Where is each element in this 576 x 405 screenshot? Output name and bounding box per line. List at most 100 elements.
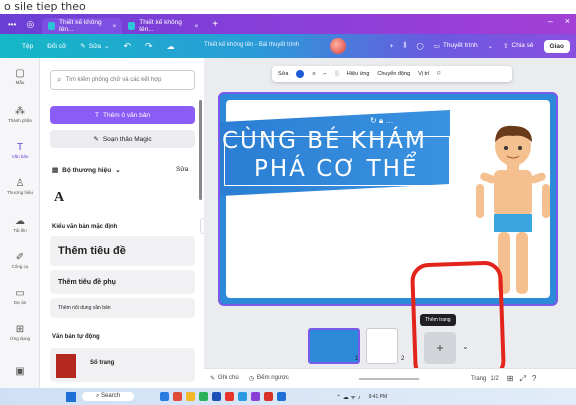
rail-item-brand[interactable]: ♙ Thương hiệu	[0, 178, 40, 195]
paint-format-icon[interactable]: ⌑	[437, 71, 440, 77]
panel-scrollbar[interactable]	[199, 100, 202, 200]
windows-start-icon[interactable]	[66, 391, 76, 402]
brand-edit-link[interactable]: Sửa	[176, 166, 188, 173]
share-label: Chia sẻ	[511, 42, 534, 49]
close-window-icon[interactable]: ×	[565, 16, 570, 26]
minimize-icon[interactable]: –	[548, 16, 553, 26]
taskbar-app-icon[interactable]	[238, 392, 248, 401]
pages-label[interactable]: Trang	[471, 376, 486, 382]
comment-icon[interactable]: ◯	[416, 42, 423, 50]
page-number: 2	[401, 356, 405, 362]
animate-button[interactable]: Chuyển động	[377, 71, 410, 77]
present-button[interactable]: ▭ Thuyết trình	[434, 42, 478, 50]
taskbar-app-icon[interactable]	[160, 392, 170, 401]
brand-kit-selector[interactable]: ▤ Bộ thương hiệu ⌄	[52, 166, 121, 175]
rail-label: Dự án	[13, 300, 27, 305]
slide-title-line2[interactable]: PHÁ CƠ THỂ	[254, 156, 418, 182]
rail-item-templates[interactable]: ▢ Mẫu	[0, 68, 40, 85]
taskbar-search[interactable]: ⌕ Search	[82, 392, 135, 401]
page-thumbnail-1[interactable]	[308, 328, 360, 364]
help-icon[interactable]: ?	[532, 374, 536, 383]
rail-item-apps[interactable]: ⊞ Ứng dụng	[0, 324, 40, 341]
lock-icon[interactable]: 🔒︎	[379, 116, 383, 125]
brand-font-sample[interactable]: A	[54, 190, 64, 206]
add-collaborator-icon[interactable]: +	[390, 43, 394, 50]
rail-item-magic[interactable]: ▣	[0, 366, 40, 378]
cloud-sync-icon[interactable]: ☁	[167, 42, 175, 51]
file-menu[interactable]: Tệp	[22, 43, 33, 50]
browser-tab-2[interactable]: Thiết kế không tên... ×	[122, 18, 204, 34]
chevron-down-icon[interactable]: ⌄	[488, 42, 493, 50]
page-numbers-item[interactable]: Số trang	[50, 348, 195, 382]
rail-item-projects[interactable]: ▭ Dự án	[0, 288, 40, 305]
page-thumbnail-2[interactable]	[366, 328, 398, 364]
projects-icon: ▭	[15, 288, 25, 299]
align-icon[interactable]: ≡	[312, 71, 315, 77]
text-icon: T	[95, 111, 99, 119]
notes-button[interactable]: ✎ Ghi chú	[210, 375, 239, 382]
new-tab-icon[interactable]: +	[212, 19, 218, 30]
timer-label: Đếm ngược	[256, 375, 289, 381]
search-input[interactable]: ⌕ Tìm kiếm phông chữ và các kết hợp	[50, 70, 195, 90]
clock[interactable]: 9:41 PM	[369, 394, 388, 400]
upload-icon: ☁	[15, 216, 25, 227]
rail-item-uploads[interactable]: ☁ Tải lên	[0, 216, 40, 233]
text-icon: T	[16, 142, 24, 153]
brand-icon: ♙	[15, 178, 25, 189]
avatar[interactable]	[330, 38, 346, 54]
text-panel: ⌕ Tìm kiếm phông chữ và các kết hợp T Thê…	[40, 58, 204, 388]
share-icon: ⇧	[503, 43, 509, 50]
transparency-icon[interactable]: ░	[335, 71, 339, 77]
add-heading-button[interactable]: Thêm tiêu đề	[50, 236, 195, 266]
taskbar-app-icon[interactable]	[186, 392, 196, 401]
taskbar-app-icon[interactable]	[173, 392, 183, 401]
taskbar-app-icon[interactable]	[199, 392, 209, 401]
add-text-box-button[interactable]: T Thêm ô văn bản	[50, 106, 195, 124]
rail-item-text[interactable]: T Văn bản	[0, 142, 40, 159]
taskbar-app-icon[interactable]	[264, 392, 274, 401]
effects-button[interactable]: Hiệu ứng	[347, 71, 370, 77]
close-icon[interactable]: ×	[112, 23, 116, 30]
taskbar-app-icon[interactable]	[277, 392, 287, 401]
more-icon[interactable]: …	[385, 116, 393, 125]
slide-title-line1[interactable]: CÙNG BÉ KHÁM	[222, 128, 427, 154]
zoom-slider[interactable]	[358, 377, 419, 380]
rail-label: Văn bản	[11, 154, 29, 159]
rotate-icon[interactable]: ↻	[370, 116, 377, 125]
redo-icon[interactable]: ↷	[145, 41, 153, 52]
add-body-text-button[interactable]: Thêm nội dung văn bản	[50, 298, 195, 318]
taskbar-app-icon[interactable]	[251, 392, 261, 401]
add-text-label: Thêm ô văn bản	[103, 111, 150, 119]
add-subheading-button[interactable]: Thêm tiêu đề phụ	[50, 270, 195, 294]
document-title[interactable]: Thiết kế không tên - Bài thuyết trình	[204, 42, 299, 48]
more-icon[interactable]: •••	[8, 20, 16, 29]
dynamic-text-heading: Văn bản tự động	[52, 334, 100, 340]
chevron-down-icon: ⌄	[115, 167, 121, 174]
browser-app-icon[interactable]: ◎	[26, 19, 34, 30]
resize-button[interactable]: Đổi cỡ	[47, 43, 66, 50]
slide-canvas[interactable]: ↻ 🔒︎ … CÙNG BÉ KHÁM PHÁ CƠ THỂ	[218, 92, 558, 306]
crop-icon[interactable]: ⌐	[324, 71, 327, 77]
color-swatch[interactable]	[296, 70, 305, 78]
browser-tab-1[interactable]: Thiết kế không tên... ×	[42, 18, 123, 34]
undo-icon[interactable]: ↶	[124, 41, 132, 52]
ctx-edit-button[interactable]: Sửa	[278, 71, 288, 77]
grid-view-icon[interactable]: ⊞	[507, 374, 514, 383]
rail-item-tools[interactable]: ✐ Công cụ	[0, 252, 40, 269]
position-button[interactable]: Vị trí	[418, 71, 429, 77]
taskbar-app-icon[interactable]	[212, 392, 222, 401]
timer-button[interactable]: ◷ Đếm ngược	[249, 375, 289, 382]
template-icon: ▢	[15, 68, 25, 79]
rail-item-elements[interactable]: ⁂ Thành phần	[0, 106, 40, 123]
fullscreen-icon[interactable]: ⤢	[519, 374, 525, 384]
analytics-icon[interactable]: ⫼	[403, 42, 406, 50]
close-icon[interactable]: ×	[194, 23, 198, 30]
taskbar-app-icon[interactable]	[225, 392, 235, 401]
magic-write-button[interactable]: ✎ Soạn thảo Magic	[50, 130, 195, 148]
edit-menu[interactable]: ✎ Sửa ⌄	[80, 42, 109, 51]
tray-icons[interactable]: ⌃ ☁ ᯤ ♪	[336, 393, 361, 401]
search-placeholder: Tìm kiếm phông chữ và các kết hợp	[65, 77, 162, 83]
giao-button[interactable]: Giao	[543, 39, 570, 53]
rail-label: Thương hiệu	[7, 190, 33, 195]
share-button[interactable]: ⇧ Chia sẻ	[503, 42, 534, 50]
